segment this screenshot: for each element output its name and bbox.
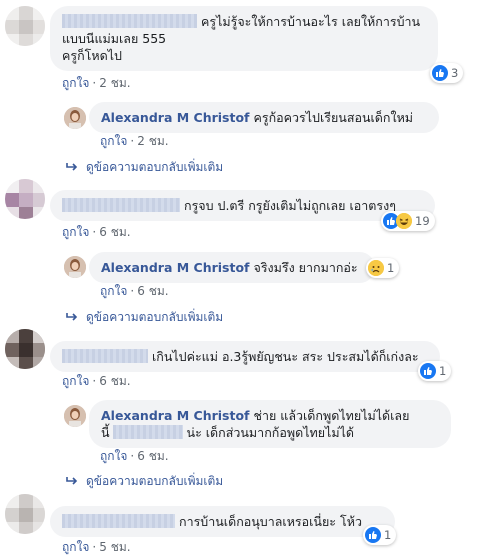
- view-more-replies[interactable]: ดูข้อความตอบกลับเพิ่มเติม: [66, 308, 223, 327]
- timestamp[interactable]: 2 ชม.: [137, 134, 168, 148]
- reply-actions: ถูกใจ · 2 ชม.: [100, 134, 169, 148]
- comment-bubble: ครูไม่รู้จะให้การบ้านอะไร เลยให้การบ้าน …: [50, 6, 438, 71]
- like-link[interactable]: ถูกใจ: [62, 76, 89, 90]
- comment-text: แบบนีแม่มเลย 555: [62, 31, 167, 46]
- comment-text: ครูก็โหดไป: [62, 48, 122, 63]
- commenter-avatar[interactable]: [5, 494, 45, 534]
- reply-arrow-icon: [66, 161, 78, 175]
- reaction-count: 1: [384, 528, 392, 542]
- commenter-avatar[interactable]: [5, 329, 45, 369]
- reply-text: ครูก้อควรไปเรียนสอนเด็กใหม่: [253, 110, 414, 125]
- reaction-count: 1: [439, 364, 447, 378]
- haha-icon: [396, 213, 412, 229]
- reaction-summary[interactable]: 1: [363, 525, 397, 545]
- thumbs-up-icon: [420, 363, 436, 379]
- like-link[interactable]: ถูกใจ: [62, 374, 89, 388]
- timestamp[interactable]: 6 ชม.: [137, 284, 168, 298]
- reply-actions: ถูกใจ · 6 ชม.: [100, 284, 169, 298]
- timestamp[interactable]: 6 ชม.: [99, 225, 130, 239]
- comment-text: เกินไปค่ะแม่ อ.3รู้พยัญชนะ สระ ประสมได้ก…: [152, 349, 419, 364]
- reply-avatar[interactable]: [64, 256, 86, 278]
- reply-arrow-icon: [66, 311, 78, 325]
- reaction-summary[interactable]: 3: [430, 63, 464, 83]
- like-link[interactable]: ถูกใจ: [62, 225, 89, 239]
- reply-author[interactable]: Alexandra M Christof: [101, 260, 250, 275]
- reaction-summary[interactable]: 1: [366, 258, 400, 278]
- reaction-count: 19: [415, 214, 430, 228]
- redacted-text: [112, 425, 183, 439]
- like-link[interactable]: ถูกใจ: [100, 284, 127, 298]
- like-link[interactable]: ถูกใจ: [100, 134, 127, 148]
- comment-text: การบ้านเด็กอนุบาลเหรอเนี่ยะ โห้ว: [179, 514, 362, 529]
- redacted-name[interactable]: [62, 514, 175, 528]
- like-link[interactable]: ถูกใจ: [100, 449, 127, 463]
- view-more-replies[interactable]: ดูข้อความตอบกลับเพิ่มเติม: [66, 472, 223, 491]
- view-more-label: ดูข้อความตอบกลับเพิ่มเติม: [86, 310, 224, 324]
- reply-actions: ถูกใจ · 6 ชม.: [100, 449, 169, 463]
- timestamp[interactable]: 6 ชม.: [99, 374, 130, 388]
- reaction-count: 3: [451, 66, 459, 80]
- thumbs-up-icon: [365, 527, 381, 543]
- comment-actions: ถูกใจ · 5 ชม.: [62, 540, 131, 554]
- reply-bubble: Alexandra M Christof ช่าย แล้วเด็กพูดไทยไ…: [89, 400, 451, 448]
- comment-actions: ถูกใจ · 6 ชม.: [62, 374, 131, 388]
- sad-icon: [368, 260, 384, 276]
- reply-bubble: Alexandra M Christof ครูก้อควรไปเรียนสอนเ…: [89, 102, 439, 133]
- reply-bubble: Alexandra M Christof จริงมรึง ยากมากอ่ะ: [89, 252, 375, 283]
- reply-author[interactable]: Alexandra M Christof: [101, 110, 250, 125]
- timestamp[interactable]: 2 ชม.: [99, 76, 130, 90]
- commenter-avatar[interactable]: [5, 179, 45, 219]
- reply-arrow-icon: [66, 475, 78, 489]
- reply-avatar[interactable]: [64, 405, 86, 427]
- comment-text: ครูไม่รู้จะให้การบ้านอะไร เลยให้การบ้าน: [201, 14, 421, 29]
- comment-actions: ถูกใจ · 2 ชม.: [62, 76, 131, 90]
- redacted-name[interactable]: [62, 14, 197, 28]
- reply-text: นี้: [101, 425, 110, 440]
- comment-bubble: การบ้านเด็กอนุบาลเหรอเนี่ยะ โห้ว: [50, 506, 395, 537]
- timestamp[interactable]: 5 ชม.: [99, 540, 130, 554]
- redacted-name[interactable]: [62, 198, 180, 212]
- reply-text: ช่าย แล้วเด็กพูดไทยไม่ได้เลย: [253, 408, 410, 423]
- reply-text: น่ะ เด็กส่วนมากก้อพูดไทยไม่ได้: [186, 425, 354, 440]
- comment-text: กรูจบ ป.ตรี กรูยังเติมไม่ถูกเลย เอาตรงๆ: [184, 198, 396, 213]
- comment-bubble: เกินไปค่ะแม่ อ.3รู้พยัญชนะ สระ ประสมได้ก…: [50, 341, 440, 372]
- thumbs-up-icon: [432, 65, 448, 81]
- timestamp[interactable]: 6 ชม.: [137, 449, 168, 463]
- comment-actions: ถูกใจ · 6 ชม.: [62, 225, 131, 239]
- commenter-avatar[interactable]: [5, 6, 45, 46]
- view-more-label: ดูข้อความตอบกลับเพิ่มเติม: [86, 160, 224, 174]
- reaction-summary[interactable]: 19: [381, 211, 435, 231]
- view-more-replies[interactable]: ดูข้อความตอบกลับเพิ่มเติม: [66, 158, 223, 177]
- like-link[interactable]: ถูกใจ: [62, 540, 89, 554]
- reply-avatar[interactable]: [64, 107, 86, 129]
- reaction-summary[interactable]: 1: [418, 361, 452, 381]
- view-more-label: ดูข้อความตอบกลับเพิ่มเติม: [86, 474, 224, 488]
- comment-bubble: กรูจบ ป.ตรี กรูยังเติมไม่ถูกเลย เอาตรงๆ: [50, 190, 435, 221]
- redacted-name[interactable]: [62, 349, 148, 363]
- reaction-count: 1: [387, 261, 395, 275]
- reply-author[interactable]: Alexandra M Christof: [101, 408, 250, 423]
- reply-text: จริงมรึง ยากมากอ่ะ: [253, 260, 358, 275]
